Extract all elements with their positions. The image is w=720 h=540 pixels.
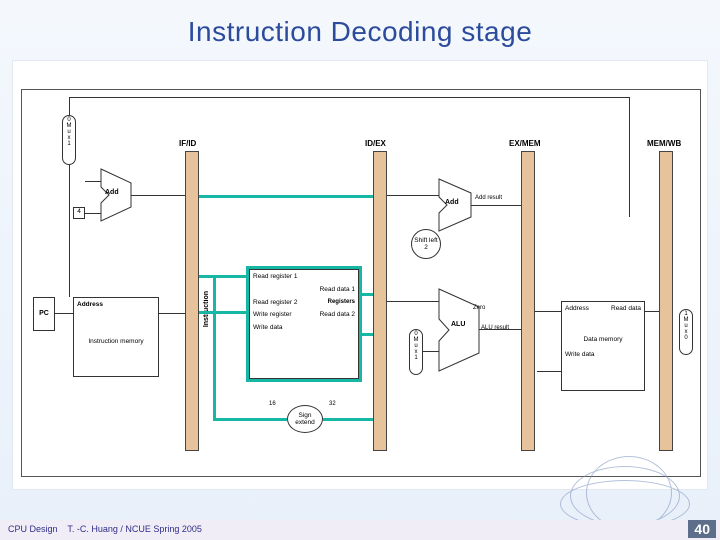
write-data-reg: Write data — [253, 324, 283, 331]
write-reg: Write register — [253, 311, 292, 318]
wire — [159, 313, 185, 314]
registers-title: Registers — [328, 299, 355, 306]
footer-mid: T. -C. Huang / NCUE Spring 2005 — [67, 524, 202, 534]
instruction-memory: Address Instruction memory — [73, 297, 159, 377]
pipeline-reg-memwb — [659, 151, 673, 451]
wire — [423, 351, 439, 352]
sign-extend-label: Sign extend — [290, 412, 320, 426]
dmem-read-data: Read data — [611, 305, 641, 312]
wire — [471, 205, 521, 206]
memwb-label: MEM/WB — [647, 139, 681, 148]
alu-label: ALU — [451, 321, 465, 328]
wire — [535, 311, 561, 312]
sign-extend: Sign extend — [287, 405, 323, 433]
page-number: 40 — [688, 520, 716, 538]
exmem-label: EX/MEM — [509, 139, 541, 148]
add-result-label: Add result — [475, 195, 503, 201]
instruction-bus-label: Instruction — [203, 291, 210, 327]
highlight-wire — [199, 195, 373, 198]
read-reg2: Read register 2 — [253, 299, 297, 306]
read-reg1: Read register 1 — [253, 273, 297, 280]
register-file: Read register 1 Read data 1 Read registe… — [249, 269, 359, 379]
pipeline-reg-ifid — [185, 151, 199, 451]
highlight-wire — [213, 275, 216, 421]
footer-left: CPU Design — [8, 524, 58, 534]
wire — [479, 329, 521, 330]
wire — [645, 311, 659, 312]
ex-add-label: Add — [445, 199, 459, 206]
wire — [131, 195, 185, 196]
slide-footer: CPU Design T. -C. Huang / NCUE Spring 20… — [0, 520, 720, 540]
highlight-wire — [213, 418, 287, 421]
sign-out-bits: 32 — [329, 401, 336, 407]
const-4: 4 — [73, 207, 85, 219]
mux1-mid: M u x — [410, 337, 422, 355]
wire — [537, 371, 561, 372]
imem-addr-label: Address — [77, 301, 155, 308]
highlight-wire — [323, 418, 373, 421]
highlight-wire — [199, 275, 249, 278]
mux1-1: 1 — [410, 355, 422, 361]
shl2-label: Shift left 2 — [414, 237, 438, 251]
pipeline-reg-exmem — [521, 151, 535, 451]
mux2-mid: M u x — [680, 317, 692, 335]
sign-in-bits: 16 — [269, 401, 276, 407]
diagram-canvas: 0 M u x 1 PC Add 4 Address Instruction m… — [12, 60, 708, 490]
idex-label: ID/EX — [365, 139, 386, 148]
dmem-name: Data memory — [565, 336, 641, 343]
dmem-write-data: Write data — [565, 351, 595, 358]
alu-result-label: ALU result — [481, 325, 509, 331]
wire — [85, 181, 101, 182]
wire — [69, 165, 70, 297]
read-data1: Read data 1 — [320, 286, 355, 293]
dmem-addr: Address — [565, 305, 589, 312]
imem-name: Instruction memory — [77, 338, 155, 345]
slide-title: Instruction Decoding stage — [0, 0, 720, 48]
ifid-label: IF/ID — [179, 139, 196, 148]
mux-alu-src: 0 M u x 1 — [409, 329, 423, 375]
highlight-wire — [199, 311, 249, 314]
wire — [55, 313, 73, 314]
read-data2: Read data 2 — [320, 311, 355, 318]
data-memory: Address Read data Data memory Write data — [561, 301, 645, 391]
shift-left-2: Shift left 2 — [411, 229, 441, 259]
pipeline-reg-idex — [373, 151, 387, 451]
if-add-label: Add — [105, 189, 119, 196]
wire — [387, 301, 439, 302]
shapes-layer — [13, 61, 709, 491]
zero-label: Zero — [473, 305, 485, 311]
highlight-wire — [359, 293, 373, 296]
wire — [85, 213, 101, 214]
mux-writeback: 1 M u x 0 — [679, 309, 693, 355]
wire — [387, 195, 439, 196]
highlight-wire — [359, 333, 373, 336]
mux2-0: 0 — [680, 335, 692, 341]
